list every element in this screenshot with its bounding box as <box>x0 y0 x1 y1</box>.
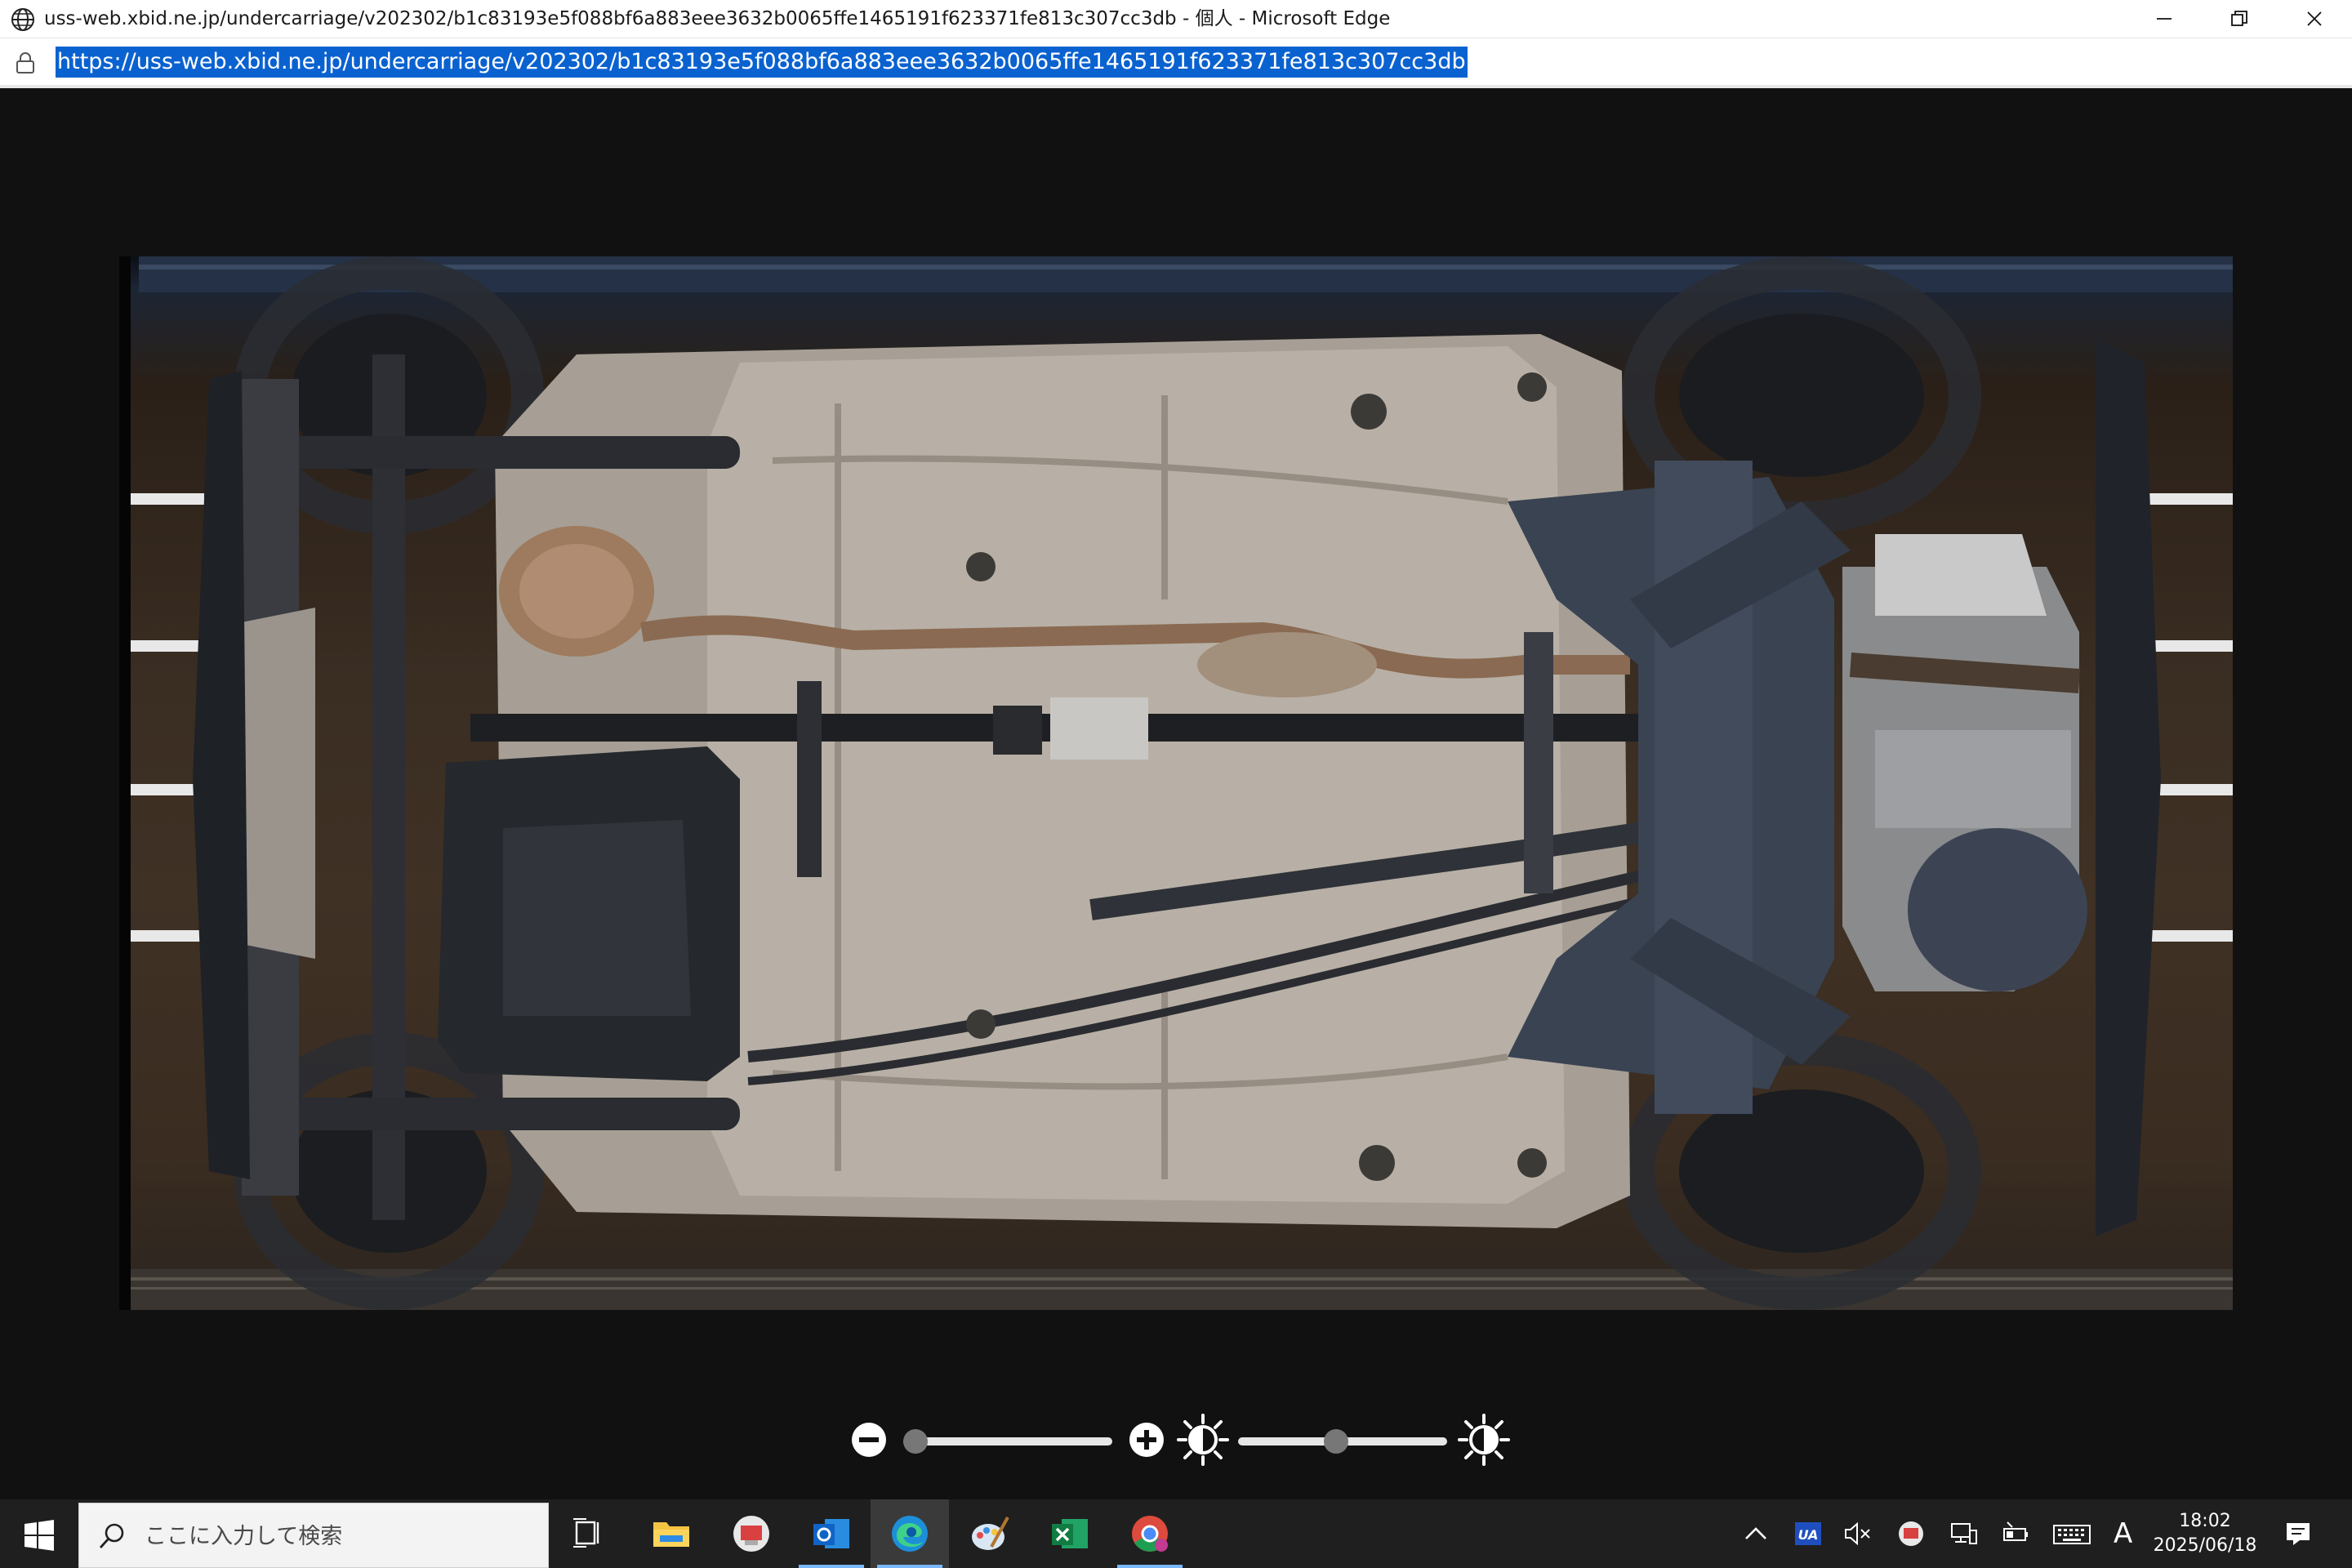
ua-icon[interactable]: UA <box>1793 1519 1823 1548</box>
outlook-icon[interactable] <box>808 1511 854 1557</box>
screen: uss-web.xbid.ne.jp/undercarriage/v202302… <box>0 0 2352 1568</box>
globe-icon <box>11 8 34 31</box>
zoom-in-button[interactable] <box>1127 1420 1166 1459</box>
battery-icon[interactable] <box>2001 1519 2030 1548</box>
network-icon[interactable] <box>1949 1519 1978 1548</box>
viewer-controls <box>0 1411 2352 1477</box>
title-bar: uss-web.xbid.ne.jp/undercarriage/v202302… <box>0 0 2352 38</box>
paint-icon[interactable] <box>967 1511 1013 1557</box>
url-field[interactable]: https://uss-web.xbid.ne.jp/undercarriage… <box>56 47 1468 78</box>
zoom-slider-thumb[interactable] <box>903 1429 928 1454</box>
edge-running-indicator <box>877 1565 942 1568</box>
svg-text:UA: UA <box>1798 1527 1819 1543</box>
address-bar: https://uss-web.xbid.ne.jp/undercarriage… <box>0 38 2352 88</box>
ime-mode-indicator[interactable]: A <box>2114 1516 2132 1552</box>
keyboard-icon[interactable] <box>2051 1519 2092 1548</box>
zoom-slider[interactable] <box>903 1437 1112 1446</box>
chevron-up-icon[interactable] <box>1741 1519 1771 1548</box>
restore-button[interactable] <box>2202 0 2277 38</box>
speaker-muted-icon[interactable] <box>1842 1519 1872 1548</box>
chrome-running-indicator <box>1117 1565 1183 1568</box>
lock-icon <box>16 52 34 74</box>
outlook-running-indicator <box>799 1565 864 1568</box>
minimize-icon <box>2157 18 2172 20</box>
clock-date: 2025/06/18 <box>2153 1535 2257 1556</box>
taskbar-clock[interactable]: 18:02 2025/06/18 <box>2140 1509 2270 1558</box>
clock-time: 18:02 <box>2179 1511 2231 1531</box>
task-view-icon[interactable] <box>565 1511 611 1557</box>
brightness-increase-icon[interactable] <box>1457 1413 1511 1467</box>
window-title: uss-web.xbid.ne.jp/undercarriage/v202302… <box>44 8 1391 29</box>
file-explorer-icon[interactable] <box>648 1511 694 1557</box>
minimize-button[interactable] <box>2127 0 2202 38</box>
excel-icon[interactable] <box>1047 1511 1093 1557</box>
app-icon[interactable] <box>728 1511 774 1557</box>
restore-icon <box>2231 11 2247 26</box>
windows-start-icon[interactable] <box>23 1519 56 1552</box>
close-icon <box>2307 11 2322 26</box>
undercarriage-illustration <box>119 256 2233 1310</box>
notifications-icon[interactable] <box>2283 1519 2313 1548</box>
brightness-decrease-icon[interactable] <box>1176 1413 1230 1467</box>
undercarriage-image[interactable] <box>119 256 2233 1310</box>
edge-icon[interactable] <box>887 1511 933 1557</box>
search-placeholder: ここに入力して検索 <box>145 1524 343 1549</box>
close-button[interactable] <box>2277 0 2352 38</box>
taskbar: ここに入力して検索 UA A 18:02 2025/06/18 <box>0 1499 2352 1568</box>
image-viewer <box>0 88 2352 1499</box>
search-icon <box>99 1523 124 1548</box>
chrome-icon[interactable] <box>1127 1511 1173 1557</box>
zoom-out-button[interactable] <box>849 1420 889 1459</box>
tray-app-icon[interactable] <box>1896 1519 1926 1548</box>
taskbar-search-box[interactable]: ここに入力して検索 <box>78 1503 549 1568</box>
brightness-slider-thumb[interactable] <box>1324 1429 1349 1454</box>
